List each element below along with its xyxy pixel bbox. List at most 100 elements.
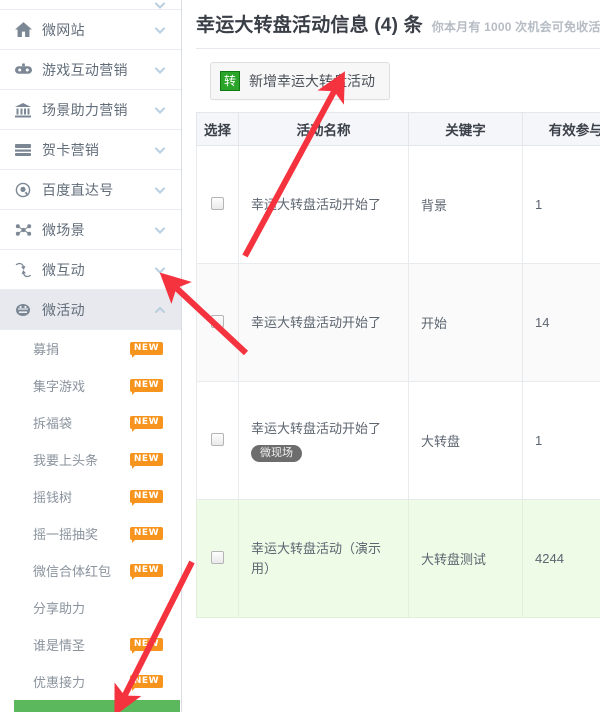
sidebar-item-2[interactable]: 游戏互动营销: [0, 50, 181, 90]
keyword-cell: 开始: [408, 263, 523, 382]
activities-table: 选择活动名称关键字有效参与人 幸运大转盘活动开始了背景1幸运大转盘活动开始了开始…: [196, 112, 600, 618]
main-content: 幸运大转盘活动信息 (4) 条 你本月有 1000 次机会可免收活动创建 转 新…: [182, 0, 600, 712]
row-select-cell: [196, 499, 239, 618]
sidebar-item-label: 场景助力营销: [42, 101, 128, 118]
wheel-icon: 转: [220, 71, 240, 91]
participants-cell: 4244: [522, 499, 600, 618]
page-subtitle: 你本月有 1000 次机会可免收活动创建: [431, 20, 600, 34]
home-icon: [14, 21, 32, 39]
row-checkbox[interactable]: [211, 550, 224, 564]
sidebar-item-label: 百度直达号: [42, 181, 114, 198]
sidebar-subitem-3[interactable]: 我要上头条 NEW: [0, 441, 181, 478]
chevron-down-icon[interactable]: [153, 183, 167, 197]
table-body: 幸运大转盘活动开始了 背景 1 幸运大转盘活动开始了 开始 14 幸运大转盘活动开始了 微现场…: [196, 145, 600, 618]
new-badge: NEW: [129, 490, 163, 506]
sidebar-item-5[interactable]: 百度直达号: [0, 170, 181, 210]
new-badge: NEW: [129, 527, 163, 543]
toolbar: 转 新增幸运大转盘活动: [196, 49, 600, 112]
new-badge: NEW: [129, 564, 163, 580]
chevron-down-icon[interactable]: [153, 23, 167, 37]
sidebar-subitem-8[interactable]: 谁是情圣 NEW: [0, 626, 181, 663]
table-header-cell-2: 关键字: [408, 112, 523, 146]
sidebar-subitem-4[interactable]: 摇钱树 NEW: [0, 478, 181, 515]
activity-tag: 微现场: [251, 444, 302, 462]
chevron-down-icon[interactable]: [153, 223, 167, 237]
sidebar-subitem-label: 优惠接力: [33, 675, 86, 690]
sidebar-subitem-5[interactable]: 摇一摇抽奖 NEW: [0, 515, 181, 552]
sidebar-nav-list: 基础设置微网站游戏互动营销场景助力营销贺卡营销百度直达号微场景微互动微活动: [0, 0, 181, 330]
activity-name: 幸运大转盘活动开始了: [251, 196, 382, 212]
sidebar-subitem-label: 集字游戏: [33, 379, 86, 394]
grid-icon: [14, 0, 32, 1]
sidebar-subitem-1[interactable]: 集字游戏 NEW: [0, 367, 181, 404]
new-badge: NEW: [129, 342, 163, 358]
sidebar-subitem-7[interactable]: 分享助力: [0, 589, 181, 626]
new-badge: NEW: [129, 379, 163, 395]
sidebar: 基础设置微网站游戏互动营销场景助力营销贺卡营销百度直达号微场景微互动微活动 募捐…: [0, 0, 182, 712]
table-row[interactable]: 幸运大转盘活动（演示用） 大转盘测试 4244: [196, 499, 600, 618]
table-row[interactable]: 幸运大转盘活动开始了 开始 14: [196, 263, 600, 382]
participants-cell: 1: [522, 145, 600, 264]
app-root: 基础设置微网站游戏互动营销场景助力营销贺卡营销百度直达号微场景微互动微活动 募捐…: [0, 0, 600, 712]
sidebar-subitem-6[interactable]: 微信合体红包 NEW: [0, 552, 181, 589]
sidebar-item-3[interactable]: 场景助力营销: [0, 90, 181, 130]
activity-name-cell: 幸运大转盘活动开始了 微现场: [238, 381, 409, 500]
row-checkbox[interactable]: [211, 432, 224, 446]
sidebar-item-label: 微互动: [42, 261, 85, 278]
table-header-cell-0: 选择: [196, 112, 239, 146]
sidebar-submenu: 募捐 NEW 集字游戏 NEW 拆福袋 NEW 我要上头条 NEW 摇钱树 NEW 摇一摇抽奖 NEW…: [0, 330, 181, 712]
sidebar-subitem-label: 拆福袋: [33, 416, 73, 431]
sidebar-item-7[interactable]: 微互动: [0, 250, 181, 290]
activity-name-cell: 幸运大转盘活动开始了: [238, 263, 409, 382]
activity-icon: [14, 301, 32, 319]
table-row[interactable]: 幸运大转盘活动开始了 背景 1: [196, 145, 600, 264]
sidebar-item-1[interactable]: 微网站: [0, 10, 181, 50]
sidebar-item-label: 微场景: [42, 221, 85, 238]
new-badge: NEW: [129, 416, 163, 432]
sidebar-item-label: 游戏互动营销: [42, 61, 128, 78]
sidebar-item-4[interactable]: 贺卡营销: [0, 130, 181, 170]
row-select-cell: [196, 381, 239, 500]
sidebar-subitem-label: 我要上头条: [33, 453, 99, 468]
participants-cell: 1: [522, 381, 600, 500]
sidebar-subitem-9[interactable]: 优惠接力 NEW: [0, 663, 181, 700]
sidebar-subitem-label: 分享助力: [33, 601, 86, 616]
chevron-down-icon[interactable]: [153, 0, 167, 9]
keyword-cell: 大转盘测试: [408, 499, 523, 618]
table-header-cell-3: 有效参与人: [522, 112, 600, 146]
row-checkbox[interactable]: [211, 196, 224, 210]
target-icon: [14, 181, 32, 199]
activities-table-container: 选择活动名称关键字有效参与人 幸运大转盘活动开始了背景1幸运大转盘活动开始了开始…: [196, 112, 600, 618]
sidebar-item-label: 微网站: [42, 21, 85, 38]
keyword-cell: 大转盘: [408, 381, 523, 500]
chevron-down-icon[interactable]: [153, 263, 167, 277]
sidebar-item-label: 微活动: [42, 301, 85, 318]
new-badge: NEW: [129, 453, 163, 469]
card-icon: [14, 141, 32, 159]
network-icon: [14, 221, 32, 239]
row-select-cell: [196, 145, 239, 264]
add-lucky-wheel-activity-button[interactable]: 转 新增幸运大转盘活动: [210, 62, 390, 100]
sidebar-item-0[interactable]: 基础设置: [0, 0, 181, 10]
chevron-down-icon[interactable]: [153, 143, 167, 157]
table-row[interactable]: 幸运大转盘活动开始了 微现场 大转盘 1: [196, 381, 600, 500]
sidebar-subitem-label: 微信合体红包: [33, 564, 112, 579]
sidebar-item-6[interactable]: 微场景: [0, 210, 181, 250]
sidebar-subitem-label: 摇钱树: [33, 490, 73, 505]
game-controller-icon: [14, 61, 32, 79]
sidebar-item-label: 基础设置: [42, 0, 153, 2]
chevron-down-icon[interactable]: [153, 63, 167, 77]
new-badge: NEW: [129, 675, 163, 691]
chevron-up-icon[interactable]: [153, 303, 167, 317]
chevron-down-icon[interactable]: [153, 103, 167, 117]
activity-name: 幸运大转盘活动（演示用）: [251, 541, 382, 576]
activity-name-cell: 幸运大转盘活动（演示用）: [238, 499, 409, 618]
sidebar-subitem-2[interactable]: 拆福袋 NEW: [0, 404, 181, 441]
participants-cell: 14: [522, 263, 600, 382]
row-checkbox[interactable]: [211, 314, 224, 328]
sidebar-subitem-0[interactable]: 募捐 NEW: [0, 330, 181, 367]
bank-icon: [14, 101, 32, 119]
activity-name: 幸运大转盘活动开始了: [251, 421, 382, 437]
sidebar-item-8[interactable]: 微活动: [0, 290, 181, 330]
page-title: 幸运大转盘活动信息 (4) 条: [196, 15, 423, 36]
